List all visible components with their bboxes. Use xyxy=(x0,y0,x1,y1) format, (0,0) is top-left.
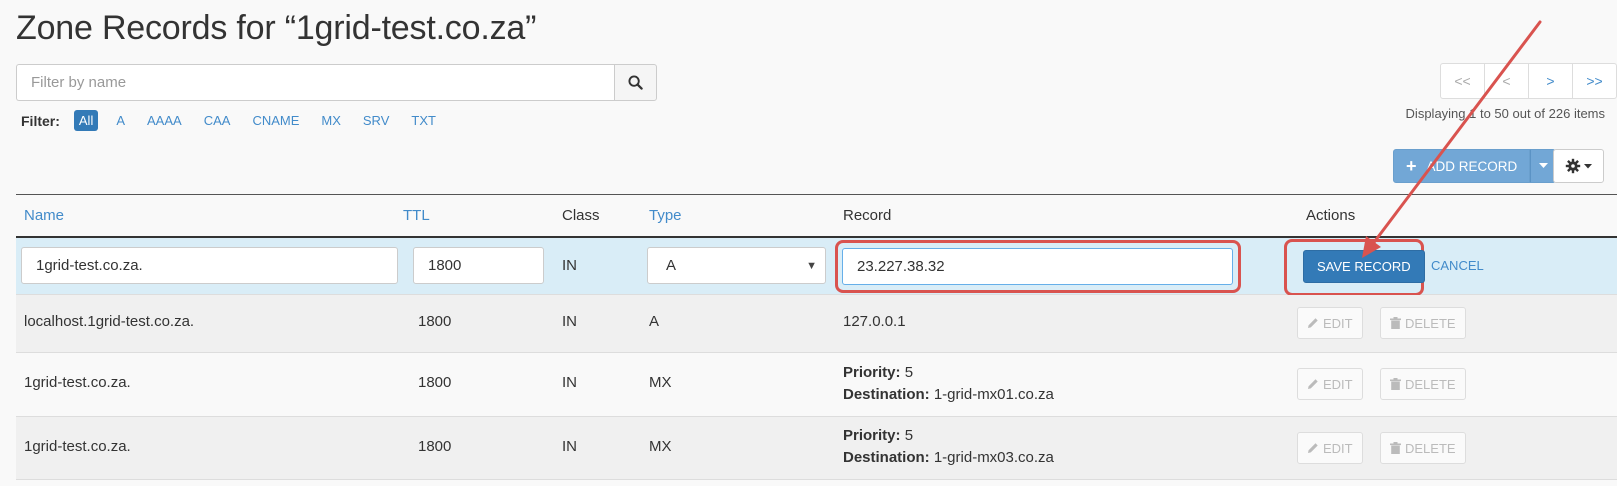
edit-button[interactable]: EDIT xyxy=(1297,307,1363,339)
next-page-button[interactable]: > xyxy=(1528,64,1572,98)
edit-label: EDIT xyxy=(1323,376,1353,392)
delete-label: DELETE xyxy=(1405,315,1456,331)
cancel-link[interactable]: CANCEL xyxy=(1431,258,1484,273)
record-value: Priority: 5 Destination: 1-grid-mx01.co.… xyxy=(843,362,1054,406)
add-record-label: ADD RECORD xyxy=(1426,158,1518,174)
record-type: A xyxy=(649,313,660,330)
filter-aaaa[interactable]: AAAA xyxy=(147,113,182,128)
trash-icon xyxy=(1390,317,1401,329)
plus-icon: + xyxy=(1406,156,1417,176)
record-type: MX xyxy=(649,374,672,391)
search-input[interactable] xyxy=(16,64,614,101)
add-record-group: + ADD RECORD xyxy=(1393,149,1557,183)
edit-button[interactable]: EDIT xyxy=(1297,432,1363,464)
priority-label: Priority: xyxy=(843,364,901,381)
column-class: Class xyxy=(562,207,600,224)
record-ttl: 1800 xyxy=(418,438,452,455)
record-ttl: 1800 xyxy=(418,313,452,330)
type-filter: Filter: All A AAAA CAA CNAME MX SRV TXT xyxy=(21,110,458,131)
search-icon xyxy=(628,75,643,90)
column-record: Record xyxy=(843,207,892,224)
pencil-icon xyxy=(1308,443,1318,453)
caret-down-icon xyxy=(1584,163,1592,168)
table-row: 1grid-test.co.za. 1800 IN MX Priority: 5… xyxy=(16,417,1617,480)
zone-records-table: Name TTL Class Type Record Actions IN A … xyxy=(16,194,1617,480)
settings-button[interactable] xyxy=(1553,149,1604,183)
record-value: 127.0.0.1 xyxy=(843,313,906,330)
trash-icon xyxy=(1390,378,1401,390)
class-value: IN xyxy=(562,257,577,274)
type-select[interactable]: A ▼ xyxy=(647,247,826,284)
record-name: localhost.1grid-test.co.za. xyxy=(24,313,195,330)
delete-button[interactable]: DELETE xyxy=(1380,368,1466,400)
pagination-summary: Displaying 1 to 50 out of 226 items xyxy=(1405,106,1605,121)
name-field[interactable] xyxy=(21,247,398,284)
edit-label: EDIT xyxy=(1323,315,1353,331)
filter-label: Filter: xyxy=(21,112,60,129)
column-actions: Actions xyxy=(1306,207,1356,224)
priority-value: 5 xyxy=(904,364,914,381)
add-record-button[interactable]: + ADD RECORD xyxy=(1393,149,1531,183)
filter-all[interactable]: All xyxy=(73,110,99,131)
pencil-icon xyxy=(1308,379,1318,389)
edit-row: IN A ▼ SAVE RECORD CANCEL xyxy=(16,238,1617,296)
column-ttl[interactable]: TTL xyxy=(403,207,430,224)
page-title: Zone Records for “1grid-test.co.za” xyxy=(16,9,537,47)
delete-button[interactable]: DELETE xyxy=(1380,432,1466,464)
delete-label: DELETE xyxy=(1405,376,1456,392)
record-field[interactable] xyxy=(842,248,1233,285)
save-record-button[interactable]: SAVE RECORD xyxy=(1303,250,1425,283)
edit-label: EDIT xyxy=(1323,440,1353,456)
record-name: 1grid-test.co.za. xyxy=(24,374,131,391)
delete-button[interactable]: DELETE xyxy=(1380,307,1466,339)
record-class: IN xyxy=(562,438,577,455)
filter-caa[interactable]: CAA xyxy=(204,113,231,128)
filter-txt[interactable]: TXT xyxy=(411,113,436,128)
filter-cname[interactable]: CNAME xyxy=(252,113,299,128)
table-header: Name TTL Class Type Record Actions xyxy=(16,195,1617,238)
table-row: localhost.1grid-test.co.za. 1800 IN A 12… xyxy=(16,295,1617,353)
gear-icon xyxy=(1565,158,1581,174)
priority-label: Priority: xyxy=(843,427,901,444)
record-value: Priority: 5 Destination: 1-grid-mx03.co.… xyxy=(843,425,1054,469)
search-bar xyxy=(16,64,657,101)
table-row: 1grid-test.co.za. 1800 IN MX Priority: 5… xyxy=(16,353,1617,417)
ttl-field[interactable] xyxy=(413,247,544,284)
filter-a[interactable]: A xyxy=(116,113,125,128)
edit-button[interactable]: EDIT xyxy=(1297,368,1363,400)
type-select-value: A xyxy=(666,257,677,274)
pencil-icon xyxy=(1308,318,1318,328)
priority-value: 5 xyxy=(904,427,914,444)
delete-label: DELETE xyxy=(1405,440,1456,456)
record-type: MX xyxy=(649,438,672,455)
pagination: << < > >> xyxy=(1440,63,1617,99)
last-page-button[interactable]: >> xyxy=(1572,64,1616,98)
search-button[interactable] xyxy=(614,64,657,101)
first-page-button[interactable]: << xyxy=(1441,64,1484,98)
destination-value: 1-grid-mx01.co.za xyxy=(933,386,1054,403)
column-type[interactable]: Type xyxy=(649,207,682,224)
destination-value: 1-grid-mx03.co.za xyxy=(933,449,1054,466)
record-class: IN xyxy=(562,374,577,391)
filter-mx[interactable]: MX xyxy=(321,113,341,128)
record-ttl: 1800 xyxy=(418,374,452,391)
destination-label: Destination: xyxy=(843,449,930,466)
caret-down-icon xyxy=(1538,163,1548,168)
destination-label: Destination: xyxy=(843,386,930,403)
column-name[interactable]: Name xyxy=(24,207,64,224)
chevron-down-icon: ▼ xyxy=(806,260,817,272)
record-name: 1grid-test.co.za. xyxy=(24,438,131,455)
trash-icon xyxy=(1390,442,1401,454)
record-class: IN xyxy=(562,313,577,330)
prev-page-button[interactable]: < xyxy=(1484,64,1528,98)
filter-srv[interactable]: SRV xyxy=(363,113,390,128)
